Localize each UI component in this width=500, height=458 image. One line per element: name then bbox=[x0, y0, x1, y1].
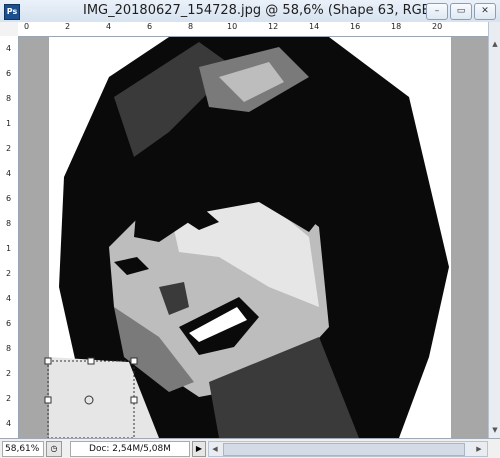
close-button[interactable]: ✕ bbox=[474, 3, 496, 20]
transform-handle[interactable] bbox=[130, 396, 138, 404]
transform-handle[interactable] bbox=[44, 357, 52, 365]
ruler-label: 4 bbox=[6, 419, 12, 428]
scroll-right-icon[interactable]: ▶ bbox=[473, 442, 485, 456]
ruler-label: 6 bbox=[6, 194, 12, 203]
horizontal-scroll-thumb[interactable] bbox=[223, 443, 465, 456]
maximize-button[interactable]: ▭ bbox=[450, 3, 472, 20]
ruler-label: 4 bbox=[6, 294, 12, 303]
zoom-field[interactable]: 58,61% bbox=[2, 441, 44, 457]
artwork-canvas[interactable] bbox=[19, 37, 488, 438]
horizontal-scrollbar[interactable]: ◀ ▶ bbox=[208, 441, 488, 457]
ruler-label: 2 bbox=[6, 369, 12, 378]
scroll-down-icon[interactable]: ▼ bbox=[489, 424, 500, 436]
ruler-label: 2 bbox=[6, 144, 12, 153]
scroll-left-icon[interactable]: ◀ bbox=[209, 442, 221, 456]
window-title: IMG_20180627_154728.jpg @ 58,6% (Shape 6… bbox=[83, 3, 449, 18]
canvas-margin-right bbox=[451, 37, 488, 438]
ruler-label: 6 bbox=[6, 69, 12, 78]
vertical-ruler[interactable]: 4 6 8 1 2 4 6 8 1 2 4 6 8 2 2 4 bbox=[0, 36, 19, 438]
vertical-scrollbar[interactable]: ▲ ▼ bbox=[488, 22, 500, 438]
transform-handle[interactable] bbox=[44, 396, 52, 404]
ruler-label: 8 bbox=[6, 94, 12, 103]
ruler-label: 4 bbox=[6, 169, 12, 178]
document-info: Doc: 2,54M/5,08M bbox=[70, 441, 190, 457]
status-info-icon[interactable]: ◷ bbox=[46, 441, 62, 457]
ruler-label: 16 bbox=[350, 22, 361, 31]
ruler-label: 6 bbox=[147, 22, 153, 31]
ruler-label: 14 bbox=[309, 22, 320, 31]
minimize-button[interactable]: – bbox=[426, 3, 448, 20]
ruler-label: 0 bbox=[24, 22, 30, 31]
transform-handle[interactable] bbox=[130, 357, 138, 365]
ruler-label: 4 bbox=[6, 44, 12, 53]
minimize-icon: – bbox=[434, 6, 440, 16]
ruler-label: 4 bbox=[106, 22, 112, 31]
maximize-icon: ▭ bbox=[456, 6, 466, 16]
ruler-label: 2 bbox=[65, 22, 71, 31]
ruler-label: 6 bbox=[6, 319, 12, 328]
ruler-label: 12 bbox=[268, 22, 279, 31]
close-icon: ✕ bbox=[481, 6, 489, 16]
ruler-label: 1 bbox=[6, 119, 12, 128]
horizontal-ruler[interactable]: 0 2 4 6 8 10 12 14 16 18 20 bbox=[18, 22, 488, 37]
ruler-label: 8 bbox=[6, 219, 12, 228]
status-bar: 58,61% ◷ Doc: 2,54M/5,08M ▶ ◀ ▶ bbox=[0, 438, 500, 458]
ruler-label: 8 bbox=[188, 22, 194, 31]
status-menu-button[interactable]: ▶ bbox=[192, 441, 206, 457]
transform-handle[interactable] bbox=[87, 357, 95, 365]
ruler-label: 10 bbox=[227, 22, 238, 31]
ruler-label: 8 bbox=[6, 344, 12, 353]
ruler-label: 18 bbox=[391, 22, 402, 31]
ruler-label: 20 bbox=[432, 22, 443, 31]
scroll-up-icon[interactable]: ▲ bbox=[489, 38, 500, 50]
ruler-label: 2 bbox=[6, 269, 12, 278]
title-bar[interactable]: Ps IMG_20180627_154728.jpg @ 58,6% (Shap… bbox=[0, 0, 500, 23]
ruler-label: 2 bbox=[6, 394, 12, 403]
canvas-area[interactable] bbox=[19, 37, 488, 438]
photoshop-icon: Ps bbox=[4, 4, 20, 20]
document-window: Ps IMG_20180627_154728.jpg @ 58,6% (Shap… bbox=[0, 0, 500, 458]
ruler-origin[interactable] bbox=[0, 22, 19, 37]
ruler-label: 1 bbox=[6, 244, 12, 253]
